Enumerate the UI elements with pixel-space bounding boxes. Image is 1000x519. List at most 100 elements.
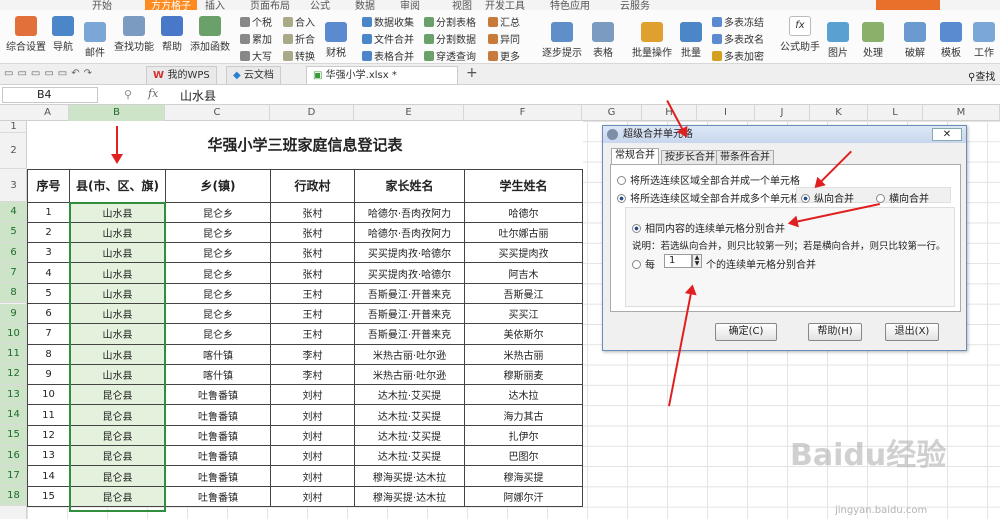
cell-town[interactable]: 昆仑乡 <box>165 221 271 244</box>
radio-same-content[interactable]: 相同内容的连续单元格分别合并 <box>632 220 785 235</box>
row-header[interactable]: 12 <box>0 364 27 385</box>
cell-county[interactable]: 山水县 <box>69 201 166 223</box>
cell-village[interactable]: 张村 <box>270 201 355 223</box>
doc-tab-cloud[interactable]: ◆ 云文档 <box>226 66 281 84</box>
cell-town[interactable]: 吐鲁番镇 <box>165 485 271 507</box>
fold-button[interactable]: 折合 <box>283 31 315 46</box>
row-header[interactable]: 2 <box>0 133 27 169</box>
cell-index[interactable]: 15 <box>27 485 70 507</box>
ok-button[interactable]: 确定(C) <box>715 323 777 341</box>
cell-village[interactable]: 李村 <box>270 343 355 365</box>
ribbon-orange-button[interactable] <box>876 0 940 10</box>
cell-village[interactable]: 刘村 <box>270 465 355 487</box>
row-header[interactable]: 10 <box>0 323 27 345</box>
exit-button[interactable]: 退出(X) <box>885 323 939 341</box>
cell-student[interactable]: 阿娜尔汗 <box>464 485 583 507</box>
find-button[interactable]: 查找功能 <box>112 16 156 53</box>
radio-vertical[interactable]: 纵向合并 <box>801 190 854 205</box>
file-merge-button[interactable]: 文件合并 <box>362 31 414 46</box>
col-header-c[interactable]: C <box>165 105 270 121</box>
cell-parent[interactable]: 买买提肉孜·哈德尔 <box>354 242 465 264</box>
col-header-a[interactable]: A <box>27 105 69 121</box>
tab-step-merge[interactable]: 按步长合并 <box>661 150 719 164</box>
cell-village[interactable]: 刘村 <box>270 445 355 467</box>
cell-index[interactable]: 12 <box>27 424 70 447</box>
cell-index[interactable]: 2 <box>27 221 70 244</box>
row-header[interactable]: 6 <box>0 242 27 263</box>
batch-button[interactable]: 批量 <box>678 22 704 59</box>
cell-parent[interactable]: 买买提肉孜·哈德尔 <box>354 262 465 284</box>
row-header[interactable]: 7 <box>0 262 27 284</box>
cell-index[interactable]: 7 <box>27 323 70 345</box>
multi-encrypt-button[interactable]: 多表加密 <box>712 48 764 63</box>
add-tab-icon[interactable]: + <box>466 65 478 81</box>
cell-village[interactable]: 刘村 <box>270 485 355 507</box>
mail-button[interactable]: 邮件 <box>82 22 108 59</box>
doc-tab-mywps[interactable]: W 我的WPS <box>146 66 217 84</box>
cell-town[interactable]: 喀什镇 <box>165 343 271 365</box>
cell-student[interactable]: 吐尔娜古丽 <box>464 221 583 244</box>
tab-condition-merge[interactable]: 带条件合并 <box>716 150 774 164</box>
picture-button[interactable]: 图片 <box>826 22 850 59</box>
cell-index[interactable]: 9 <box>27 363 70 386</box>
col-header-b[interactable]: B <box>69 105 165 121</box>
cell-student[interactable]: 海力其古 <box>464 404 583 426</box>
ribbon-tab-insert[interactable]: 插入 <box>205 0 225 10</box>
header-county[interactable]: 县(市、区、旗) <box>69 168 166 203</box>
cell-village[interactable]: 张村 <box>270 221 355 244</box>
close-button[interactable]: ✕ <box>932 128 962 141</box>
more-button[interactable]: 更多 <box>488 48 520 63</box>
cell-student[interactable]: 美依斯尔 <box>464 323 583 345</box>
cell-village[interactable]: 刘村 <box>270 404 355 426</box>
nav-button[interactable]: 导航 <box>48 16 78 53</box>
cell-index[interactable]: 8 <box>27 343 70 365</box>
cell-index[interactable]: 13 <box>27 445 70 467</box>
header-index[interactable]: 序号 <box>27 168 70 203</box>
cell-student[interactable]: 达木拉 <box>464 384 583 406</box>
cell-town[interactable]: 吐鲁番镇 <box>165 384 271 406</box>
cell-parent[interactable]: 达木拉·艾买提 <box>354 424 465 447</box>
col-header-e[interactable]: E <box>354 105 464 121</box>
row-header[interactable]: 16 <box>0 445 27 466</box>
cell-parent[interactable]: 达木拉·艾买提 <box>354 384 465 406</box>
cell-county[interactable]: 昆仑县 <box>69 404 166 426</box>
uppercase-button[interactable]: 大写 <box>240 48 272 63</box>
cell-county[interactable]: 山水县 <box>69 262 166 284</box>
ribbon-tab-cloud[interactable]: 云服务 <box>620 0 650 10</box>
process-button[interactable]: 处理 <box>860 22 886 59</box>
row-header[interactable]: 1 <box>0 121 27 133</box>
work-button[interactable]: 工作 <box>970 22 998 59</box>
col-header-g[interactable]: G <box>582 105 642 121</box>
cell-village[interactable]: 张村 <box>270 242 355 264</box>
row-header[interactable]: 11 <box>0 344 27 365</box>
cell-town[interactable]: 吐鲁番镇 <box>165 424 271 447</box>
help-button[interactable]: 帮助 <box>158 16 186 53</box>
header-town[interactable]: 乡(镇) <box>165 168 271 203</box>
radio-horizontal[interactable]: 横向合并 <box>876 190 929 205</box>
tab-normal-merge[interactable]: 常规合并 <box>611 148 659 164</box>
split-data-button[interactable]: 分割数据 <box>424 31 476 46</box>
radio-every-n[interactable]: 每 <box>632 256 655 271</box>
tax-button[interactable]: 个税 <box>240 14 272 29</box>
table-button[interactable]: 表格 <box>590 22 616 59</box>
every-n-input[interactable]: 1 <box>664 254 692 268</box>
cell-county[interactable]: 山水县 <box>69 343 166 365</box>
row-header[interactable]: 3 <box>0 169 27 202</box>
diff-button[interactable]: 异同 <box>488 31 520 46</box>
cell-student[interactable]: 米热古丽 <box>464 343 583 365</box>
cell-parent[interactable]: 哈德尔·吾肉孜阿力 <box>354 201 465 223</box>
split-table-button[interactable]: 分割表格 <box>424 14 476 29</box>
merge-in-button[interactable]: 合入 <box>283 14 315 29</box>
cell-town[interactable]: 昆仑乡 <box>165 262 271 284</box>
cell-student[interactable]: 哈德尔 <box>464 201 583 223</box>
cell-student[interactable]: 穆海买提 <box>464 465 583 487</box>
cell-county[interactable]: 昆仑县 <box>69 485 166 507</box>
formula-helper-button[interactable]: fx 公式助手 <box>778 16 822 53</box>
accumulate-button[interactable]: 累加 <box>240 31 272 46</box>
add-function-button[interactable]: 添加函数 <box>188 16 232 53</box>
header-village[interactable]: 行政村 <box>270 168 355 203</box>
batch-op-button[interactable]: 批量操作 <box>630 22 674 59</box>
radio-merge-one[interactable]: 将所选连续区域全部合并成一个单元格 <box>617 172 800 187</box>
settings-button[interactable]: 综合设置 <box>6 16 46 53</box>
col-header-i[interactable]: I <box>697 105 755 121</box>
